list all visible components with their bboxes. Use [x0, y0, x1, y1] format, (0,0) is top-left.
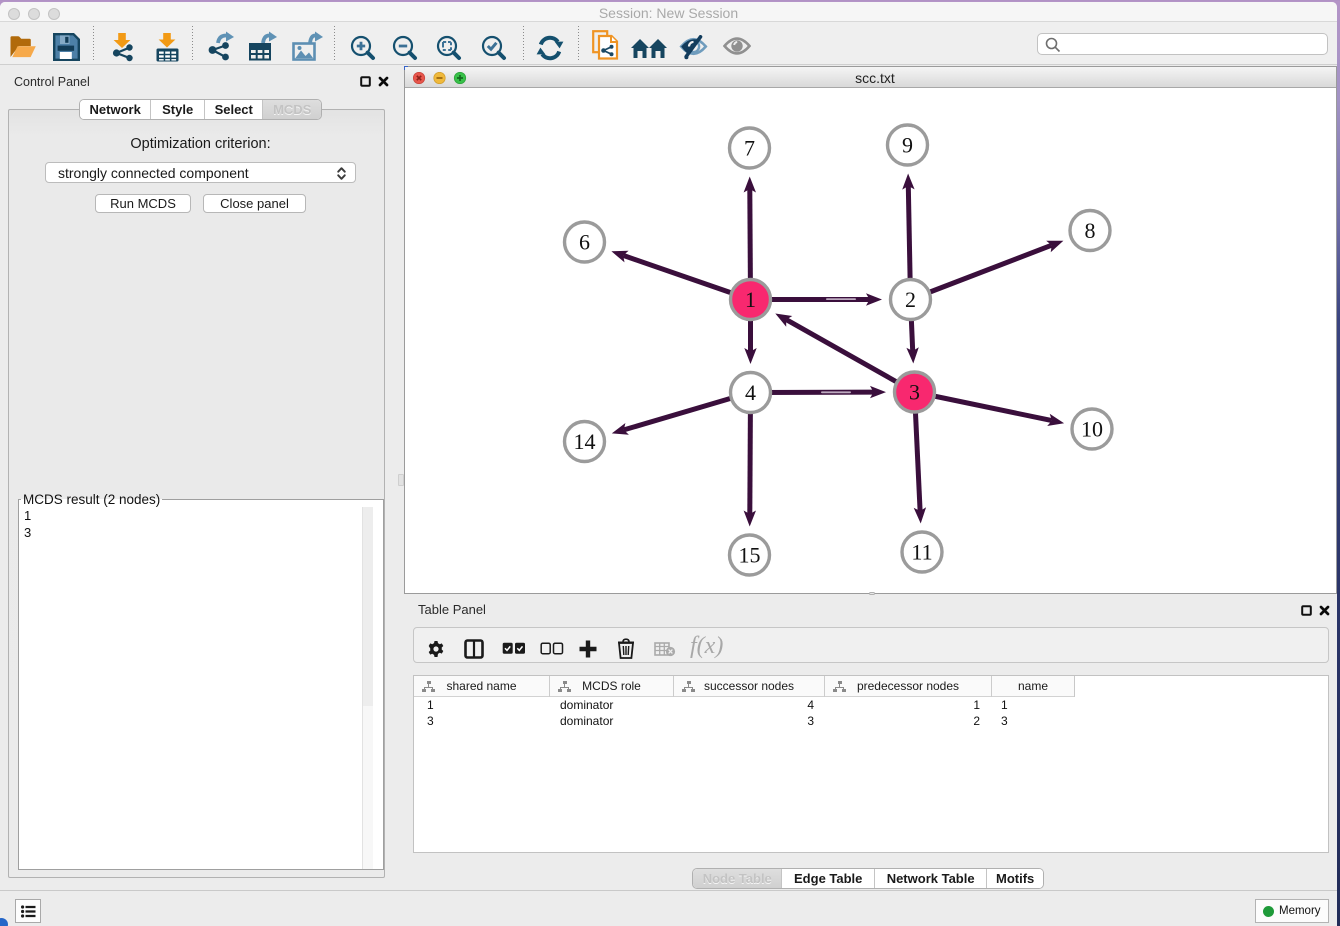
svg-text:10: 10	[1081, 416, 1103, 441]
svg-text:9: 9	[902, 132, 913, 157]
svg-text:7: 7	[744, 135, 755, 160]
svg-text:2: 2	[905, 287, 916, 312]
svg-text:14: 14	[574, 429, 596, 454]
svg-text:11: 11	[911, 539, 932, 564]
svg-text:3: 3	[909, 379, 920, 404]
svg-text:6: 6	[579, 229, 590, 254]
svg-text:1: 1	[745, 287, 756, 312]
svg-text:15: 15	[739, 542, 761, 567]
svg-text:8: 8	[1085, 218, 1096, 243]
svg-text:4: 4	[745, 380, 756, 405]
